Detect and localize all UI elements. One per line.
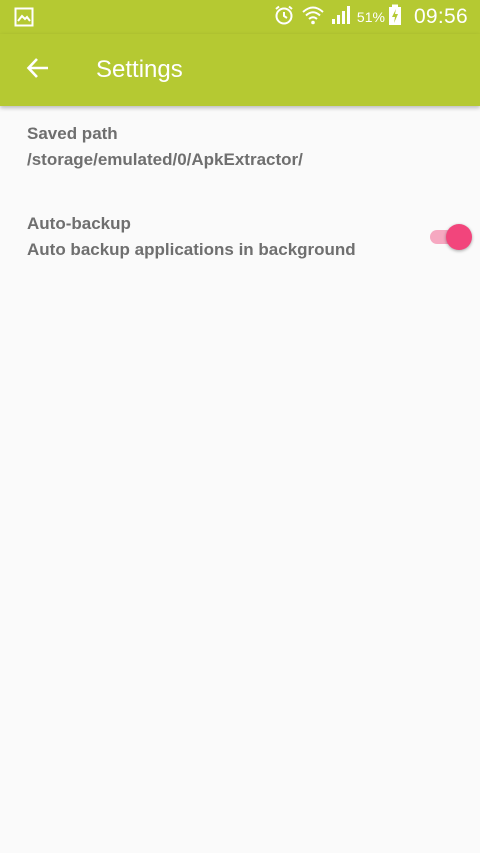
status-bar: 51% 09:56: [0, 0, 480, 34]
gallery-notification-icon: [14, 7, 34, 27]
status-icons: 51% 09:56: [273, 0, 468, 34]
arrow-left-icon: [25, 55, 51, 86]
auto-backup-toggle[interactable]: [430, 222, 474, 252]
pref-summary: /storage/emulated/0/ApkExtractor/: [27, 150, 303, 169]
app-bar: Settings: [0, 34, 480, 106]
page-title: Settings: [96, 56, 183, 83]
pref-summary: Auto backup applications in background: [27, 240, 356, 259]
pref-saved-path[interactable]: Saved path /storage/emulated/0/ApkExtrac…: [0, 124, 480, 170]
battery-charging-icon: [388, 4, 402, 31]
wifi-icon: [301, 4, 325, 31]
status-time: 09:56: [413, 5, 468, 28]
pref-title: Auto-backup: [27, 214, 131, 233]
toggle-thumb: [446, 224, 472, 250]
pref-title: Saved path: [27, 124, 118, 143]
signal-icon: [331, 5, 351, 30]
back-button[interactable]: [18, 50, 58, 90]
battery-percent: 51%: [356, 9, 385, 25]
pref-auto-backup[interactable]: Auto-backup Auto backup applications in …: [0, 214, 480, 268]
alarm-icon: [273, 4, 295, 31]
